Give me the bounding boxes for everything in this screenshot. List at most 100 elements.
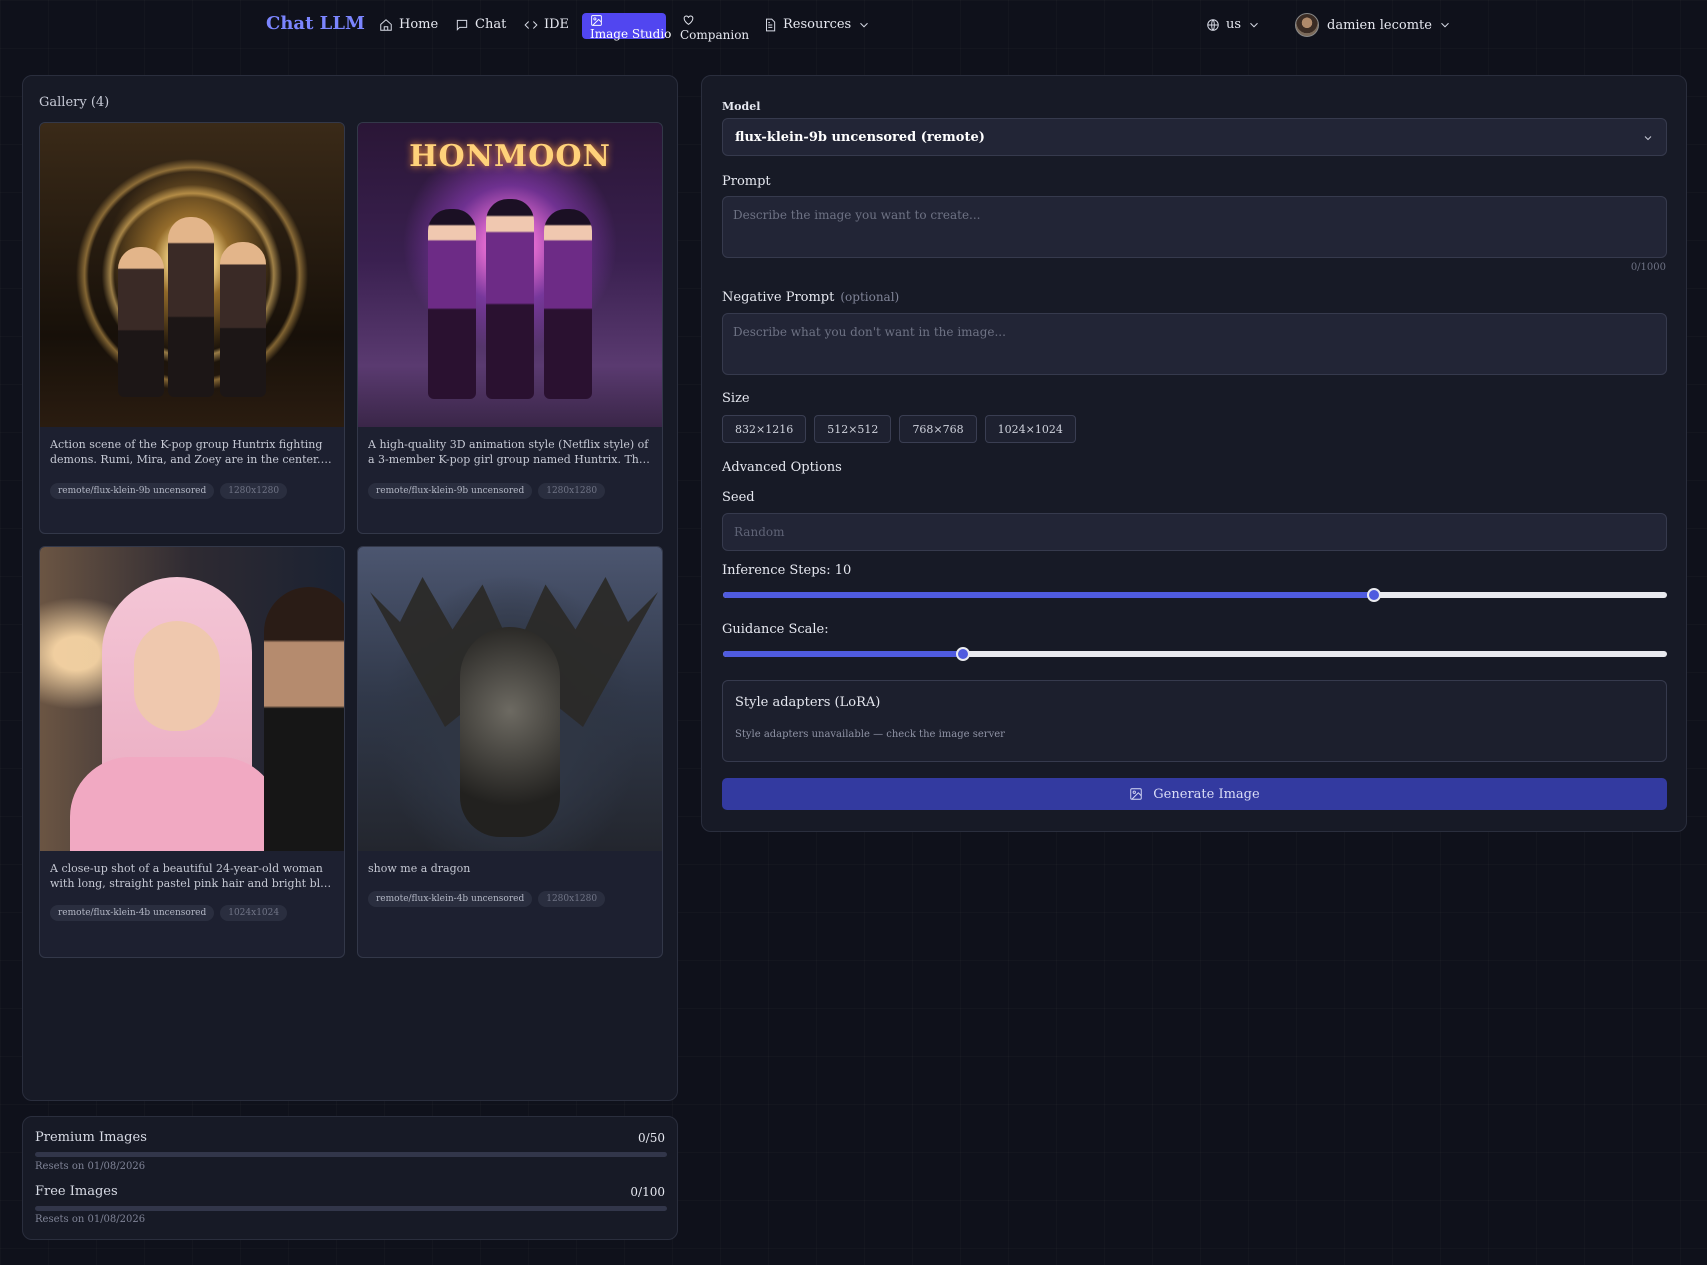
free-progress-bar: [35, 1206, 667, 1211]
card-tags: remote/flux-klein-9b uncensored 1280x128…: [368, 483, 606, 499]
brand-logo[interactable]: Chat LLM: [266, 13, 365, 34]
nav-companion-label: Companion: [680, 28, 750, 42]
negative-prompt-input[interactable]: Describe what you don't want in the imag…: [722, 313, 1667, 375]
prompt-input[interactable]: Describe the image you want to create...: [722, 196, 1667, 258]
figure-shape: [544, 209, 592, 399]
home-icon: [380, 18, 392, 31]
model-badge: remote/flux-klein-4b uncensored: [368, 891, 533, 907]
premium-progress-bar: [35, 1152, 667, 1157]
size-option-512x512[interactable]: 512×512: [814, 415, 892, 443]
heart-icon: [683, 15, 694, 25]
premium-images-label: Premium Images: [35, 1130, 147, 1145]
advanced-options-toggle[interactable]: Advanced Options: [722, 460, 842, 475]
optional-hint: (optional): [840, 290, 900, 304]
gallery-card[interactable]: show me a dragon remote/flux-klein-4b un…: [357, 546, 663, 958]
size-badge: 1280x1280: [538, 483, 606, 499]
model-label: Model: [722, 100, 761, 113]
negative-prompt-label: Negative Prompt (optional): [722, 290, 899, 305]
slider-fill: [723, 592, 1375, 598]
user-name: damien lecomte: [1327, 17, 1432, 33]
seed-input[interactable]: Random: [722, 513, 1667, 551]
gallery-card[interactable]: A close-up shot of a beautiful 24-year-o…: [39, 546, 345, 958]
generate-image-button[interactable]: Generate Image: [722, 778, 1667, 810]
gallery-image[interactable]: [40, 547, 344, 851]
figure-shape: [168, 217, 214, 397]
size-badge: 1280x1280: [220, 483, 288, 499]
inference-steps-slider[interactable]: [723, 588, 1667, 602]
size-option-768x768[interactable]: 768×768: [899, 415, 977, 443]
card-tags: remote/flux-klein-9b uncensored 1280x128…: [50, 483, 288, 499]
seed-placeholder: Random: [734, 525, 785, 539]
gallery-image[interactable]: [358, 547, 662, 851]
free-images-count: 0/100: [630, 1185, 665, 1199]
globe-icon: [1207, 18, 1219, 31]
nav-resources-label: Resources: [783, 17, 852, 32]
prompt-placeholder: Describe the image you want to create...: [733, 208, 981, 222]
image-icon: [1130, 788, 1143, 800]
slider-handle[interactable]: [1367, 588, 1382, 602]
premium-images-count: 0/50: [638, 1131, 665, 1145]
nav-home[interactable]: Home: [379, 17, 438, 32]
generation-form: Model flux-klein-9b uncensored (remote) …: [701, 75, 1687, 832]
dragon-body-shape: [460, 627, 560, 837]
chevron-down-icon: [1644, 136, 1652, 141]
lora-title: Style adapters (LoRA): [735, 695, 881, 710]
card-description: show me a dragon: [368, 862, 471, 875]
model-badge: remote/flux-klein-9b uncensored: [368, 483, 533, 499]
size-option-1024x1024[interactable]: 1024×1024: [984, 415, 1076, 443]
card-description: A high-quality 3D animation style (Netfl…: [368, 438, 649, 466]
negative-prompt-placeholder: Describe what you don't want in the imag…: [733, 325, 1006, 339]
figure-shape: [428, 209, 476, 399]
guidance-scale-slider[interactable]: [723, 647, 1667, 661]
usage-panel: Premium Images 0/50 Resets on 01/08/2026…: [22, 1116, 678, 1240]
seed-label: Seed: [722, 490, 755, 505]
slider-handle[interactable]: [955, 647, 970, 661]
face-shape: [134, 621, 220, 731]
free-reset-date: Resets on 01/08/2026: [35, 1214, 146, 1225]
size-label: Size: [722, 391, 750, 406]
model-badge: remote/flux-klein-9b uncensored: [50, 483, 215, 499]
generate-image-label: Generate Image: [1153, 786, 1260, 802]
size-option-832x1216[interactable]: 832×1216: [722, 415, 807, 443]
nav-ide[interactable]: IDE: [524, 17, 569, 32]
document-icon: [766, 18, 776, 31]
prompt-label: Prompt: [722, 174, 771, 189]
inference-steps-label: Inference Steps: 10: [722, 563, 852, 578]
gallery-image[interactable]: [40, 123, 344, 427]
man-shape: [264, 587, 344, 851]
nav-chat-label: Chat: [475, 17, 507, 32]
gallery-panel: Gallery (4) Action scene of the K-pop gr…: [22, 75, 678, 1101]
avatar: [1295, 13, 1319, 37]
figure-shape: [220, 242, 266, 397]
card-tags: remote/flux-klein-4b uncensored 1280x128…: [368, 891, 606, 907]
language-selector[interactable]: us: [1206, 17, 1261, 32]
size-badge: 1024x1024: [220, 905, 288, 921]
nav-image-studio[interactable]: Image Studio: [582, 13, 671, 41]
lora-section: Style adapters (LoRA) Style adapters una…: [722, 680, 1667, 762]
premium-reset-date: Resets on 01/08/2026: [35, 1161, 146, 1172]
gallery-card[interactable]: Action scene of the K-pop group Huntrix …: [39, 122, 345, 534]
code-icon: [524, 20, 538, 29]
user-menu[interactable]: damien lecomte: [1295, 13, 1452, 37]
model-badge: remote/flux-klein-4b uncensored: [50, 905, 215, 921]
chevron-down-icon: [860, 22, 869, 27]
prompt-char-counter: 0/1000: [1630, 262, 1666, 273]
nav-chat[interactable]: Chat: [455, 17, 506, 32]
card-description: A close-up shot of a beautiful 24-year-o…: [50, 862, 334, 890]
gallery-title: Gallery (4): [39, 95, 110, 110]
guidance-scale-label: Guidance Scale:: [722, 622, 829, 637]
gallery-card[interactable]: HONMOON A high-quality 3D animation styl…: [357, 122, 663, 534]
gallery-image[interactable]: HONMOON: [358, 123, 662, 427]
nav-resources[interactable]: Resources: [763, 17, 871, 32]
model-select-value: flux-klein-9b uncensored (remote): [735, 130, 985, 145]
lora-status: Style adapters unavailable — check the i…: [735, 729, 1005, 740]
free-images-label: Free Images: [35, 1184, 118, 1199]
slider-fill: [723, 651, 963, 657]
size-badge: 1280x1280: [538, 891, 606, 907]
card-tags: remote/flux-klein-4b uncensored 1024x102…: [50, 905, 288, 921]
figure-shape: [486, 199, 534, 399]
hoodie-shape: [70, 757, 280, 851]
nav-home-label: Home: [399, 17, 439, 32]
model-select[interactable]: flux-klein-9b uncensored (remote): [722, 118, 1667, 156]
image-icon: [591, 15, 602, 26]
